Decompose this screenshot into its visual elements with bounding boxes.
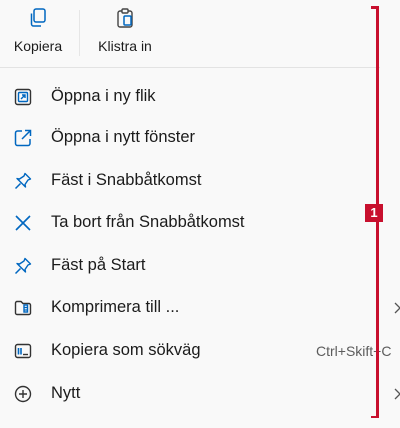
open-new-tab-icon (14, 88, 32, 106)
menu-item-pin-start[interactable]: Fäst på Start (0, 245, 400, 287)
menu-item-label: Fäst i Snabbåtkomst (51, 171, 202, 189)
menu-item-label: Ta bort från Snabbåtkomst (51, 213, 245, 231)
chevron-right-icon (394, 388, 400, 400)
compress-folder-icon (14, 300, 32, 316)
keyboard-shortcut: Ctrl+Skift+C (316, 343, 392, 359)
menu-item-copy-path[interactable]: Kopiera som sökväg Ctrl+Skift+C (0, 330, 400, 372)
paste-label: Klistra in (98, 38, 152, 54)
toolbar-divider (79, 10, 80, 56)
add-circle-icon (14, 385, 32, 403)
menu-item-pin-quick-access[interactable]: Fäst i Snabbåtkomst (0, 160, 400, 202)
context-menu: Kopiera Klistra in Öppna i ny flik Öppna… (0, 0, 400, 428)
pin-icon (14, 172, 32, 190)
annotation-marker: 1 (365, 204, 383, 222)
menu-item-label: Komprimera till ... (51, 298, 180, 316)
paste-button[interactable]: Klistra in (86, 0, 164, 67)
menu-item-compress[interactable]: Komprimera till ... (0, 287, 400, 329)
menu-item-open-new-window[interactable]: Öppna i nytt fönster (0, 117, 400, 159)
copy-path-icon (14, 343, 32, 359)
copy-icon (30, 8, 46, 27)
menu-item-label: Nytt (51, 384, 81, 402)
menu-item-label: Kopiera som sökväg (51, 341, 201, 359)
menu-item-new[interactable]: Nytt (0, 373, 400, 415)
menu-item-label: Fäst på Start (51, 256, 146, 274)
menu-item-label: Öppna i ny flik (51, 87, 156, 105)
close-icon (15, 215, 31, 231)
chevron-right-icon (394, 302, 400, 314)
menu-item-remove-quick-access[interactable]: Ta bort från Snabbåtkomst (0, 202, 400, 244)
menu-item-label: Öppna i nytt fönster (51, 128, 195, 146)
context-menu-toolbar: Kopiera Klistra in (0, 0, 380, 68)
paste-icon (117, 8, 133, 28)
pin-icon (14, 257, 32, 275)
open-new-window-icon (14, 129, 32, 147)
menu-item-open-new-tab[interactable]: Öppna i ny flik (0, 76, 400, 118)
copy-button[interactable]: Kopiera (6, 0, 70, 67)
copy-label: Kopiera (13, 38, 63, 54)
